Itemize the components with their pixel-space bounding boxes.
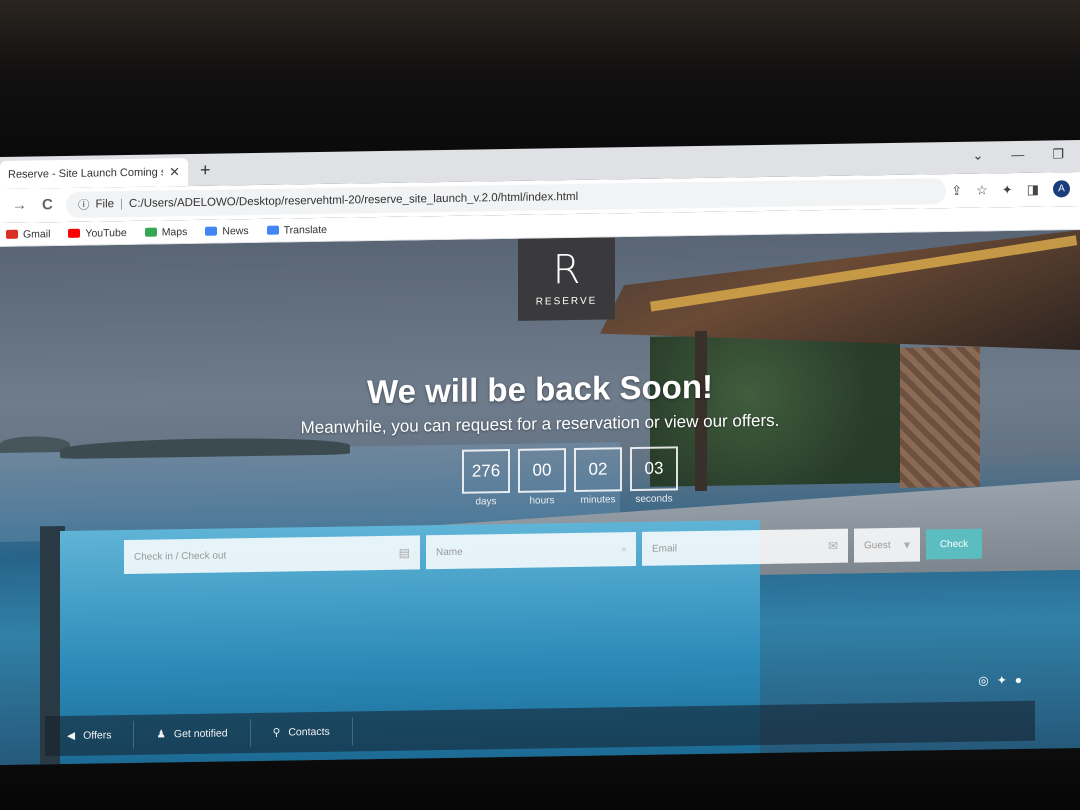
twitter-icon[interactable]: ✦ [997, 673, 1007, 687]
share-icon[interactable]: ⇪ [951, 182, 962, 198]
bookmark-news[interactable]: News [205, 224, 249, 238]
bookmark-youtube[interactable]: YouTube [68, 226, 127, 240]
countdown-label: minutes [580, 494, 616, 506]
footer-label: Contacts [288, 725, 330, 739]
name-placeholder: Name [436, 546, 463, 558]
footer-label: Offers [83, 729, 112, 742]
divider: | [120, 198, 124, 211]
footer-label: Get notified [173, 727, 228, 741]
bookmark-label: YouTube [85, 226, 127, 240]
countdown-days: 276 days [462, 448, 510, 508]
toolbar-actions: ⇪ ☆ ✦ ◨ A [951, 180, 1070, 199]
checkin-placeholder: Check in / Check out [134, 549, 227, 563]
launch-page: R RESERVE We will be back Soon! Meanwhil… [0, 230, 1080, 766]
guest-select[interactable]: Guest ▾ [854, 527, 920, 563]
user-icon: ▫ [621, 542, 626, 557]
calendar-icon: ▤ [398, 545, 410, 560]
bookmark-label: News [222, 224, 249, 238]
countdown-value: 02 [574, 447, 622, 492]
bookmark-translate[interactable]: Translate [266, 223, 328, 237]
forward-arrow-icon[interactable]: → [12, 197, 27, 214]
bookmark-gmail[interactable]: Gmail [6, 228, 50, 241]
logo-letter: R [552, 246, 581, 294]
footer-contacts[interactable]: ⚲ Contacts [250, 717, 353, 748]
bookmark-label: Translate [283, 223, 328, 237]
info-icon[interactable]: ⓘ [78, 197, 90, 213]
side-panel-icon[interactable]: ◨ [1027, 181, 1039, 197]
youtube-icon [68, 228, 81, 238]
maps-icon [144, 227, 157, 237]
news-icon [205, 226, 218, 236]
bookmark-label: Gmail [23, 227, 51, 241]
email-input[interactable]: Email ✉ [642, 528, 848, 566]
tab-title: Reserve - Site Launch Coming so [8, 166, 164, 181]
footer-get-notified[interactable]: ♟ Get notified [134, 719, 251, 749]
translate-icon [266, 225, 279, 235]
countdown-hours: 00 hours [518, 448, 566, 507]
countdown-value: 276 [462, 448, 510, 494]
monitor-bezel-top [0, 0, 1080, 160]
gmail-icon [6, 229, 18, 239]
guest-placeholder: Guest [864, 539, 891, 551]
extensions-icon[interactable]: ✦ [1002, 182, 1013, 198]
close-tab-icon[interactable]: ✕ [169, 164, 180, 180]
countdown-label: hours [529, 495, 555, 507]
envelope-icon: ✉ [827, 538, 838, 553]
tab-search-icon[interactable]: ⌄ [972, 148, 983, 164]
window-controls: ⌄ — ❐ [972, 146, 1064, 163]
profile-avatar[interactable]: A [1053, 180, 1070, 198]
checkin-checkout-input[interactable]: Check in / Check out ▤ [124, 535, 420, 575]
logo-name: RESERVE [535, 295, 598, 308]
instagram-icon[interactable]: ◎ [978, 673, 988, 687]
minimize-icon[interactable]: — [1011, 147, 1024, 163]
bookmark-label: Maps [161, 225, 188, 238]
active-tab[interactable]: Reserve - Site Launch Coming so ✕ [0, 158, 188, 189]
new-tab-button[interactable]: + [200, 160, 211, 181]
countdown-label: seconds [635, 493, 673, 506]
countdown-seconds: 03 seconds [630, 446, 678, 505]
countdown-label: days [475, 496, 497, 508]
bookmark-star-icon[interactable]: ☆ [976, 182, 988, 198]
browser-window: Reserve - Site Launch Coming so ✕ + ⌄ — … [0, 140, 1080, 766]
email-placeholder: Email [652, 542, 678, 555]
location-pin-icon: ⚲ [272, 726, 281, 739]
facebook-icon[interactable]: ● [1015, 673, 1022, 687]
footer-offers[interactable]: ◀ Offers [45, 720, 135, 751]
reserve-logo[interactable]: R RESERVE [518, 237, 615, 321]
reload-icon[interactable]: C [42, 196, 53, 213]
countdown-timer: 276 days 00 hours 02 minutes 03 seconds [462, 446, 678, 508]
name-input[interactable]: Name ▫ [426, 532, 636, 570]
url-text[interactable]: C:/Users/ADELOWO/Desktop/reservehtml-20/… [129, 191, 578, 210]
social-links: ◎ ✦ ● [978, 673, 1022, 688]
bookmark-maps[interactable]: Maps [144, 225, 188, 239]
check-button[interactable]: Check [926, 528, 982, 560]
countdown-value: 00 [518, 448, 566, 493]
scheme-label: File [95, 198, 115, 211]
chevron-down-icon: ▾ [903, 537, 910, 552]
countdown-value: 03 [630, 446, 678, 492]
bell-icon: ♟ [156, 728, 166, 741]
restore-icon[interactable]: ❐ [1052, 146, 1064, 162]
countdown-minutes: 02 minutes [574, 447, 622, 506]
megaphone-icon: ◀ [67, 729, 76, 742]
